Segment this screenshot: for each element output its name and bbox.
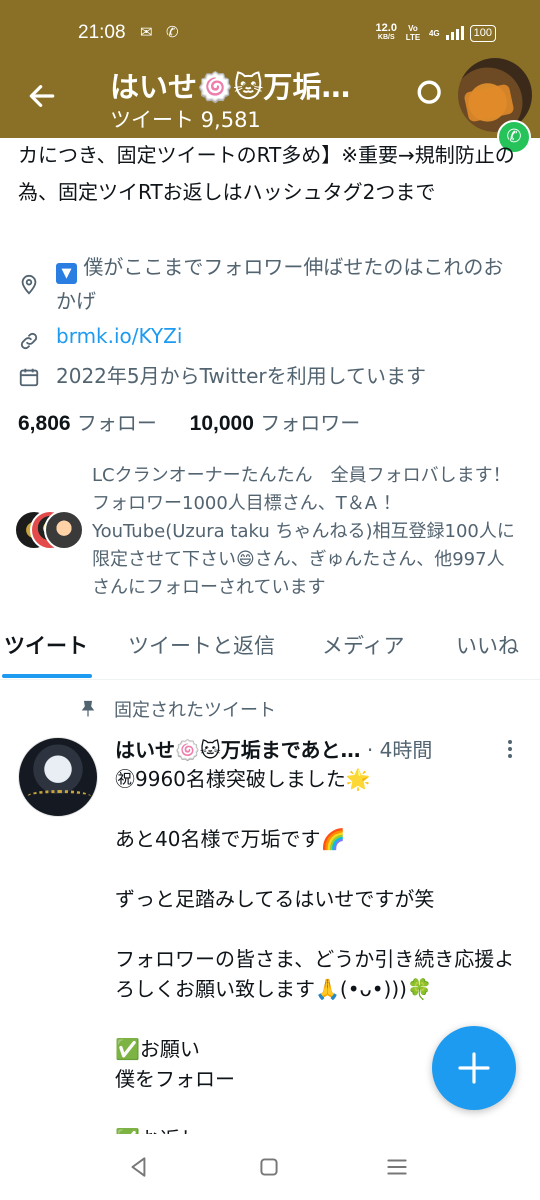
tab-likes[interactable]: いいね <box>456 630 519 660</box>
profile-website: brmk.io/KYZi <box>18 324 182 352</box>
tab-tweets-and-replies[interactable]: ツイートと返信 <box>128 630 275 660</box>
mutual-followers-text[interactable]: LCクランオーナーたんたん 全員フォロバします！フォロワー1000人目標さん、T… <box>92 462 522 602</box>
profile-bio: カにつき、固定ツイートのRT多め】※重要→規制防止の為、固定ツイRTお返しはハッ… <box>18 143 515 204</box>
profile-location: ▼ 僕がここまでフォロワー伸ばせたのはこれのおかげ <box>18 250 518 318</box>
website-link[interactable]: brmk.io/KYZi <box>56 324 182 352</box>
tweet-header: はいせ🍥🐱万垢まであと… · 4時間 <box>115 734 432 763</box>
pin-icon <box>81 700 95 717</box>
down-triangle-emoji: ▼ <box>56 263 77 284</box>
followers-link[interactable]: 10,000 フォロワー <box>190 411 361 435</box>
network-type: 4G <box>428 28 440 38</box>
tab-media[interactable]: メディア <box>322 630 405 660</box>
joined-date: 2022年5月からTwitterを利用しています <box>56 364 427 388</box>
mutual-avatars[interactable] <box>14 510 84 550</box>
compose-tweet-button[interactable] <box>432 1026 516 1110</box>
tweet-author-name[interactable]: はいせ🍥🐱万垢まであと… <box>115 738 361 762</box>
back-arrow-icon[interactable] <box>26 80 58 112</box>
plus-icon <box>458 1052 490 1084</box>
nav-recents-icon[interactable] <box>384 1154 410 1180</box>
follow-counts: 6,806 フォロー 10,000 フォロワー <box>18 407 360 436</box>
tab-tweets[interactable]: ツイート <box>4 630 88 660</box>
location-text: 僕がここまでフォロワー伸ばせたのはこれのおかげ <box>56 255 504 313</box>
pinned-label: 固定されたツイート <box>78 696 276 722</box>
volte-indicator: Vo LTE <box>405 24 421 42</box>
avatar <box>44 510 84 550</box>
link-icon <box>20 332 38 350</box>
following-link[interactable]: 6,806 フォロー <box>18 411 163 435</box>
nav-home-icon[interactable] <box>256 1154 282 1180</box>
network-speed: 12.0 KB/S <box>375 22 397 42</box>
profile-joined: 2022年5月からTwitterを利用しています <box>18 360 426 389</box>
status-bar: 21:08 ✉ ✆ 12.0 KB/S Vo LTE 4G 100 <box>0 0 540 58</box>
more-options-icon[interactable] <box>500 738 520 762</box>
tweet-time: · 4時間 <box>366 738 433 762</box>
active-tab-indicator <box>2 674 92 678</box>
status-indicators: 12.0 KB/S Vo LTE 4G 100 <box>376 22 496 44</box>
nav-back-icon[interactable] <box>126 1154 152 1180</box>
profile-tabs: ツイート ツイートと返信 メディア いいね <box>0 612 540 680</box>
mail-notification-icon: ✉ <box>140 23 153 41</box>
status-time: 21:08 <box>78 22 126 43</box>
search-icon[interactable] <box>415 78 449 112</box>
battery-icon: 100 <box>469 24 496 42</box>
system-navigation-bar <box>0 1134 540 1200</box>
signal-icon <box>445 26 464 40</box>
header-display-name: はいせ🍥🐱万垢… <box>110 70 351 104</box>
header-tweet-count: ツイート 9,581 <box>110 108 261 132</box>
calendar-icon <box>19 368 39 387</box>
tweet-author-avatar[interactable] <box>18 737 98 817</box>
location-pin-icon <box>21 274 37 295</box>
call-notification-icon: ✆ <box>166 23 179 41</box>
